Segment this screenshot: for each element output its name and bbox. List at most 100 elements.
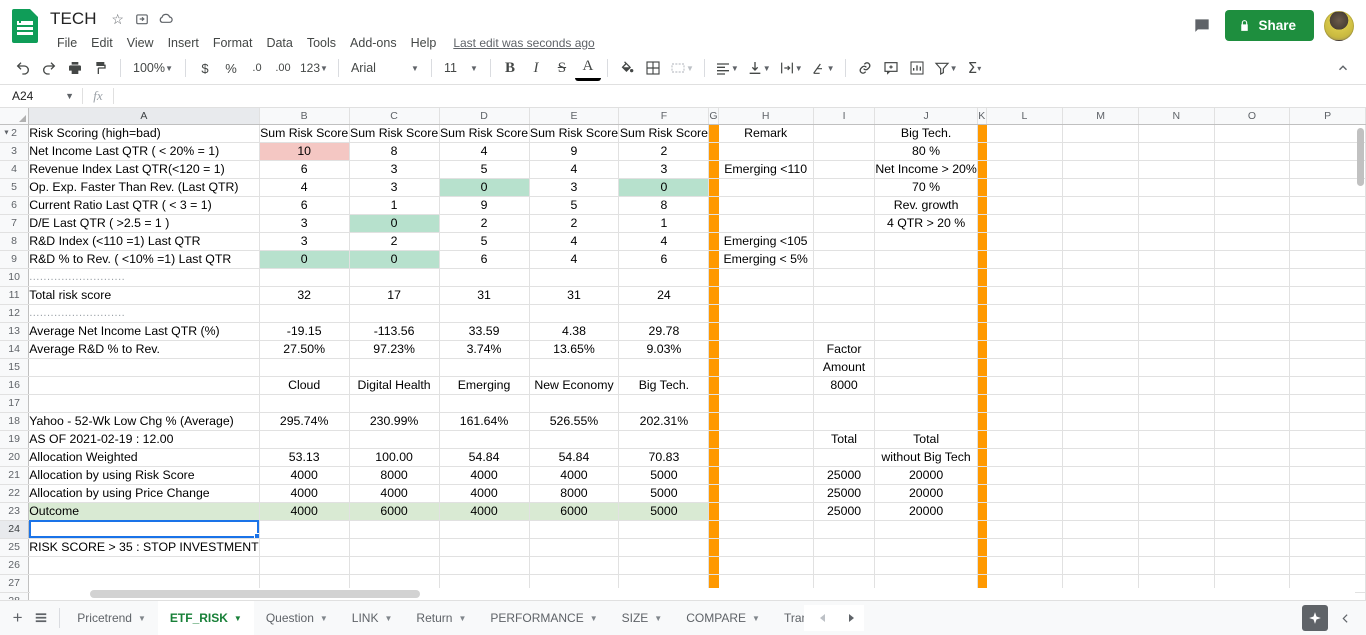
cell-O8[interactable] [1214,232,1291,251]
cell-J19[interactable]: Total [874,430,978,449]
cell-N24[interactable] [1138,520,1215,539]
cell-K24[interactable] [977,520,987,539]
cell-H26[interactable] [718,556,814,575]
cell-B5[interactable]: 4 [259,178,350,197]
cell-I10[interactable] [813,268,876,287]
column-header-l[interactable]: L [986,108,1064,125]
row-header-24[interactable]: 24 [0,520,30,539]
cell-L18[interactable] [986,412,1064,431]
cell-C23[interactable]: 6000 [349,502,440,521]
cell-G15[interactable] [708,358,719,377]
cell-C22[interactable]: 4000 [349,484,440,503]
cell-K17[interactable] [977,394,987,413]
cell-D23[interactable]: 4000 [439,502,530,521]
cell-M11[interactable] [1062,286,1139,305]
cell-K10[interactable] [977,268,987,287]
cell-H5[interactable] [718,178,814,197]
cell-A23[interactable]: Outcome [28,502,260,521]
cell-N19[interactable] [1138,430,1215,449]
cell-E21[interactable]: 4000 [529,466,620,485]
cell-N4[interactable] [1138,160,1215,179]
horizontal-scrollbar[interactable] [30,588,1355,600]
redo-icon[interactable] [36,55,62,81]
cell-A26[interactable] [28,556,260,575]
menu-data[interactable]: Data [259,34,299,52]
cell-M6[interactable] [1062,196,1139,215]
cell-D26[interactable] [439,556,530,575]
cell-F26[interactable] [618,556,710,575]
cell-F21[interactable]: 5000 [618,466,710,485]
row-header-10[interactable]: 10 [0,268,30,287]
row-header-8[interactable]: 8 [0,232,30,251]
cell-G13[interactable] [708,322,719,341]
cell-M19[interactable] [1062,430,1139,449]
cell-C19[interactable] [349,430,440,449]
cell-N12[interactable] [1138,304,1215,323]
cell-J21[interactable]: 20000 [874,466,978,485]
cell-K26[interactable] [977,556,987,575]
cell-O15[interactable] [1214,358,1291,377]
cell-M7[interactable] [1062,214,1139,233]
cell-M17[interactable] [1062,394,1139,413]
cell-G23[interactable] [708,502,719,521]
cell-D14[interactable]: 3.74% [439,340,530,359]
insert-chart-icon[interactable] [904,55,930,81]
cell-G21[interactable] [708,466,719,485]
hide-sidebar-icon[interactable] [1332,605,1358,631]
cell-A3[interactable]: Net Income Last QTR ( < 20% = 1) [28,142,260,161]
row-header-11[interactable]: 11 [0,286,30,305]
cell-G10[interactable] [708,268,719,287]
cell-H16[interactable] [718,376,814,395]
cell-O3[interactable] [1214,142,1291,161]
cell-K25[interactable] [977,538,987,557]
cell-I19[interactable]: Total [813,430,876,449]
cell-A16[interactable] [28,376,260,395]
cell-O13[interactable] [1214,322,1291,341]
cell-I4[interactable] [813,160,876,179]
column-header-o[interactable]: O [1214,108,1291,125]
cell-B15[interactable] [259,358,350,377]
cell-I21[interactable]: 25000 [813,466,876,485]
cell-N11[interactable] [1138,286,1215,305]
cell-J6[interactable]: Rev. growth [874,196,978,215]
cell-H9[interactable]: Emerging < 5% [718,250,814,269]
sheet-tab-compare[interactable]: COMPARE ▼ [674,601,772,635]
cell-N21[interactable] [1138,466,1215,485]
cell-C10[interactable] [349,268,440,287]
cell-J18[interactable] [874,412,978,431]
vertical-scroll-thumb[interactable] [1357,128,1364,186]
cell-A25[interactable]: RISK SCORE > 35 : STOP INVESTMENT [28,538,260,557]
vertical-scrollbar[interactable] [1355,126,1366,586]
cell-D10[interactable] [439,268,530,287]
cell-G3[interactable] [708,142,719,161]
row-header-14[interactable]: 14 [0,340,30,359]
cell-O14[interactable] [1214,340,1291,359]
cell-B24[interactable] [259,520,350,539]
undo-icon[interactable] [10,55,36,81]
cell-C6[interactable]: 1 [349,196,440,215]
cell-O4[interactable] [1214,160,1291,179]
cell-G12[interactable] [708,304,719,323]
cell-E23[interactable]: 6000 [529,502,620,521]
cloud-saved-icon[interactable] [155,8,177,30]
cell-L16[interactable] [986,376,1064,395]
cell-N20[interactable] [1138,448,1215,467]
row-header-13[interactable]: 13 [0,322,30,341]
explore-icon[interactable] [1302,605,1328,631]
cell-E4[interactable]: 4 [529,160,620,179]
cell-O17[interactable] [1214,394,1291,413]
cell-E20[interactable]: 54.84 [529,448,620,467]
cell-L7[interactable] [986,214,1064,233]
cell-G14[interactable] [708,340,719,359]
cell-C24[interactable] [349,520,440,539]
cell-A13[interactable]: Average Net Income Last QTR (%) [28,322,260,341]
chevron-down-icon[interactable]: ▼ [234,614,242,623]
cell-O9[interactable] [1214,250,1291,269]
cell-F6[interactable]: 8 [618,196,710,215]
cell-B21[interactable]: 4000 [259,466,350,485]
cell-O18[interactable] [1214,412,1291,431]
cell-L2[interactable] [986,124,1064,143]
cell-C4[interactable]: 3 [349,160,440,179]
cell-I14[interactable]: Factor [813,340,876,359]
menu-format[interactable]: Format [206,34,260,52]
